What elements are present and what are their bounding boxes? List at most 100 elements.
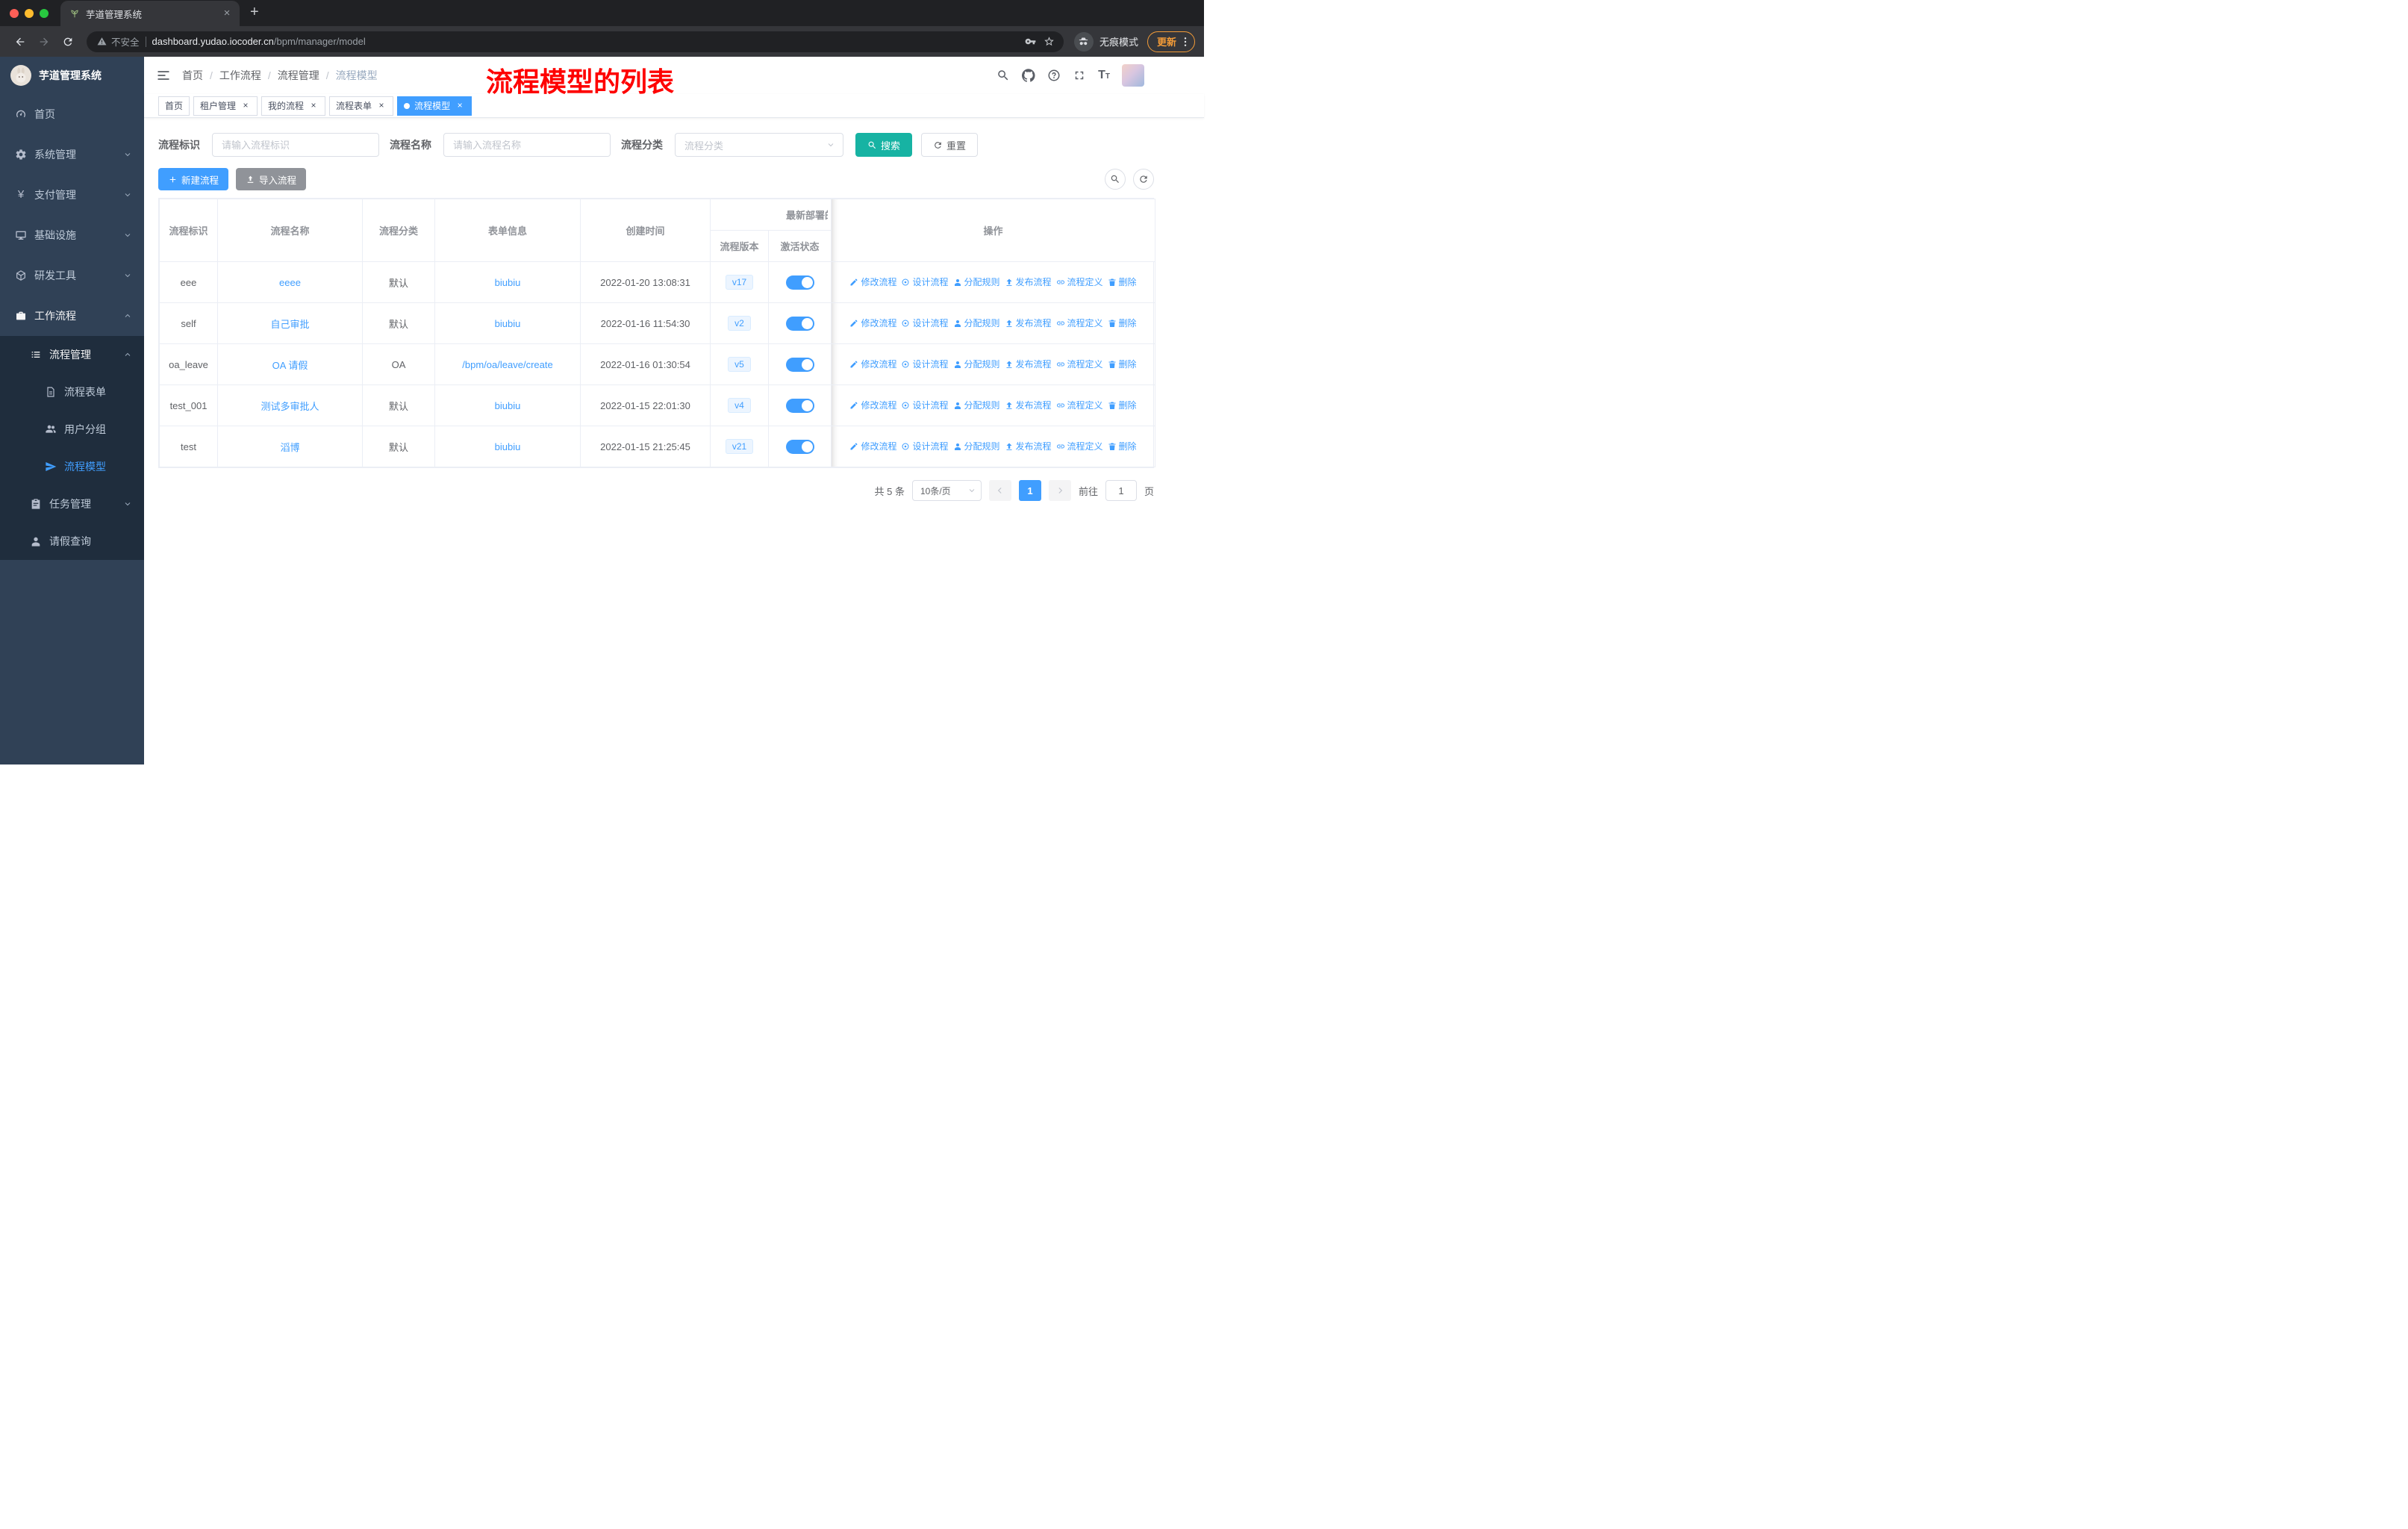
- op-assign-link[interactable]: 分配规则: [953, 440, 1000, 452]
- op-publish-link[interactable]: 发布流程: [1005, 317, 1052, 329]
- sidebar-item-devtools[interactable]: 研发工具: [0, 255, 144, 296]
- bookmark-star-icon[interactable]: [1044, 36, 1055, 47]
- process-name-link[interactable]: 滔博: [280, 442, 299, 453]
- op-assign-link[interactable]: 分配规则: [953, 275, 1000, 288]
- op-publish-link[interactable]: 发布流程: [1005, 440, 1052, 452]
- sidebar-item-user-group[interactable]: 用户分组: [0, 411, 144, 448]
- op-design-link[interactable]: 设计流程: [901, 317, 949, 329]
- breadcrumb-workflow[interactable]: 工作流程: [219, 68, 261, 83]
- reload-button[interactable]: [57, 31, 79, 53]
- sidebar-toggle[interactable]: [156, 68, 171, 83]
- sidebar-item-task-mgmt[interactable]: 任务管理: [0, 485, 144, 523]
- sidebar-item-infrastructure[interactable]: 基础设施: [0, 215, 144, 255]
- sidebar-item-leave-query[interactable]: 请假查询: [0, 523, 144, 560]
- op-design-link[interactable]: 设计流程: [901, 358, 949, 370]
- op-edit-link[interactable]: 修改流程: [849, 317, 896, 329]
- tags-view-tab[interactable]: 流程表单 ×: [329, 96, 394, 116]
- menu-dots-icon[interactable]: [1179, 36, 1191, 48]
- breadcrumb-process-mgmt[interactable]: 流程管理: [278, 68, 319, 83]
- op-delete-link[interactable]: 删除: [1108, 317, 1137, 329]
- help-icon[interactable]: [1047, 69, 1061, 82]
- op-design-link[interactable]: 设计流程: [901, 440, 949, 452]
- import-process-button[interactable]: 导入流程: [236, 168, 307, 190]
- active-toggle[interactable]: [785, 398, 814, 413]
- active-toggle[interactable]: [785, 275, 814, 290]
- process-name-link[interactable]: eeee: [279, 277, 301, 288]
- op-delete-link[interactable]: 删除: [1108, 358, 1137, 370]
- process-name-input[interactable]: [443, 133, 611, 157]
- op-publish-link[interactable]: 发布流程: [1005, 399, 1052, 411]
- search-icon[interactable]: [996, 69, 1010, 82]
- next-page-button[interactable]: [1048, 480, 1071, 501]
- toggle-search-button[interactable]: [1105, 169, 1126, 190]
- op-definition-link[interactable]: 流程定义: [1056, 440, 1103, 452]
- op-delete-link[interactable]: 删除: [1108, 275, 1137, 288]
- refresh-table-button[interactable]: [1133, 169, 1154, 190]
- op-publish-link[interactable]: 发布流程: [1005, 275, 1052, 288]
- back-button[interactable]: [9, 31, 31, 53]
- op-definition-link[interactable]: 流程定义: [1056, 399, 1103, 411]
- search-button[interactable]: 搜索: [855, 133, 913, 157]
- browser-tab[interactable]: 芋道管理系统 ×: [60, 1, 240, 26]
- page-number-1[interactable]: 1: [1018, 480, 1041, 501]
- sidebar-item-payment[interactable]: ¥ 支付管理: [0, 175, 144, 215]
- op-edit-link[interactable]: 修改流程: [849, 440, 896, 452]
- active-toggle[interactable]: [785, 439, 814, 454]
- form-info-link[interactable]: /bpm/oa/leave/create: [462, 359, 552, 370]
- sidebar-item-process-model[interactable]: 流程模型: [0, 448, 144, 485]
- op-delete-link[interactable]: 删除: [1108, 399, 1137, 411]
- op-definition-link[interactable]: 流程定义: [1056, 275, 1103, 288]
- font-size-icon[interactable]: TT: [1098, 69, 1110, 81]
- github-icon[interactable]: [1022, 69, 1035, 82]
- op-edit-link[interactable]: 修改流程: [849, 399, 896, 411]
- process-name-link[interactable]: OA 请假: [272, 360, 308, 371]
- process-key-input[interactable]: [212, 133, 379, 157]
- form-info-link[interactable]: biubiu: [495, 318, 521, 329]
- form-info-link[interactable]: biubiu: [495, 441, 521, 452]
- op-design-link[interactable]: 设计流程: [901, 275, 949, 288]
- sidebar-item-process-mgmt[interactable]: 流程管理: [0, 336, 144, 373]
- prev-page-button[interactable]: [988, 480, 1011, 501]
- goto-page-input[interactable]: [1105, 480, 1137, 501]
- breadcrumb-home[interactable]: 首页: [182, 68, 203, 83]
- close-icon[interactable]: ×: [240, 100, 251, 111]
- op-publish-link[interactable]: 发布流程: [1005, 358, 1052, 370]
- new-tab-button[interactable]: +: [250, 4, 259, 21]
- op-definition-link[interactable]: 流程定义: [1056, 317, 1103, 329]
- page-size-select[interactable]: 10条/页: [911, 480, 982, 501]
- close-icon[interactable]: ×: [308, 100, 319, 111]
- sidebar-item-workflow[interactable]: 工作流程: [0, 296, 144, 336]
- process-name-link[interactable]: 自己审批: [270, 319, 309, 330]
- create-process-button[interactable]: 新建流程: [158, 168, 229, 190]
- sidebar-item-home[interactable]: 首页: [0, 94, 144, 134]
- op-assign-link[interactable]: 分配规则: [953, 317, 1000, 329]
- fullscreen-icon[interactable]: [1073, 69, 1086, 82]
- process-category-select[interactable]: 流程分类: [675, 133, 843, 157]
- close-window-button[interactable]: [10, 8, 19, 18]
- reset-button[interactable]: 重置: [921, 133, 979, 157]
- close-icon[interactable]: ×: [376, 100, 387, 111]
- tags-view-tab[interactable]: 我的流程 ×: [261, 96, 326, 116]
- key-icon[interactable]: [1025, 36, 1036, 47]
- minimize-window-button[interactable]: [25, 8, 34, 18]
- tags-view-tab[interactable]: 租户管理 ×: [193, 96, 258, 116]
- form-info-link[interactable]: biubiu: [495, 400, 521, 411]
- close-icon[interactable]: ×: [455, 100, 465, 111]
- tags-view-tab[interactable]: 首页: [158, 96, 190, 116]
- active-toggle[interactable]: [785, 357, 814, 372]
- security-indicator[interactable]: 不安全: [97, 34, 140, 49]
- address-bar[interactable]: 不安全 dashboard.yudao.iocoder.cn/bpm/manag…: [87, 31, 1064, 52]
- op-edit-link[interactable]: 修改流程: [849, 275, 896, 288]
- op-definition-link[interactable]: 流程定义: [1056, 358, 1103, 370]
- close-tab-icon[interactable]: ×: [220, 7, 234, 20]
- op-delete-link[interactable]: 删除: [1108, 440, 1137, 452]
- op-assign-link[interactable]: 分配规则: [953, 358, 1000, 370]
- app-logo[interactable]: 芋道管理系统: [0, 57, 144, 94]
- forward-button[interactable]: [33, 31, 55, 53]
- active-toggle[interactable]: [785, 316, 814, 331]
- avatar[interactable]: [1122, 64, 1144, 87]
- sidebar-item-process-form[interactable]: 流程表单: [0, 373, 144, 411]
- browser-update-button[interactable]: 更新: [1147, 31, 1195, 52]
- process-name-link[interactable]: 测试多审批人: [261, 401, 319, 412]
- op-edit-link[interactable]: 修改流程: [849, 358, 896, 370]
